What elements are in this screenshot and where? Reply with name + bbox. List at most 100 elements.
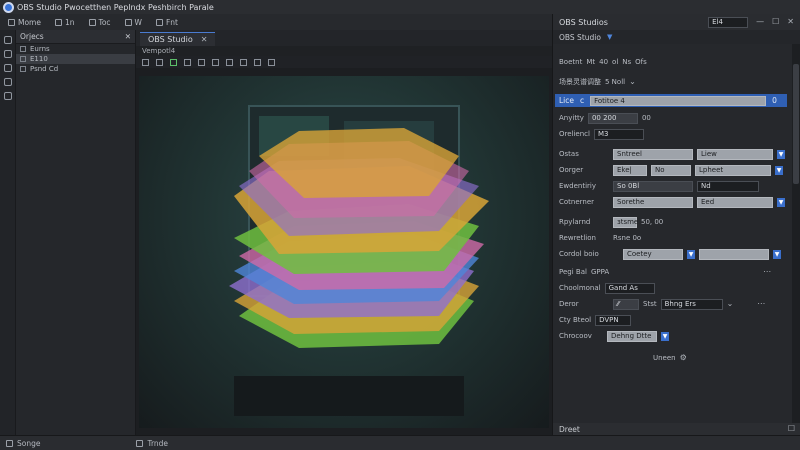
settings-icon[interactable] bbox=[3, 78, 12, 86]
obs-window: OBS Studio Pwocetthen Peplndx Peshbirch … bbox=[0, 0, 800, 450]
transform-tool-icon[interactable] bbox=[170, 58, 177, 66]
layers-icon[interactable] bbox=[3, 64, 12, 72]
objects-panel-title: Orjecs bbox=[20, 32, 44, 41]
menu-item-w[interactable]: W bbox=[121, 15, 146, 29]
prop-row[interactable]: Anyitty 00 200 00 bbox=[559, 112, 651, 124]
dropdown-arrow-icon[interactable]: ▼ bbox=[607, 33, 612, 41]
dropdown-arrow-icon[interactable]: ▼ bbox=[775, 165, 783, 175]
dropdown-arrow-icon[interactable]: ▼ bbox=[777, 149, 785, 159]
close-icon[interactable]: ✕ bbox=[787, 18, 794, 26]
status-segment[interactable]: Trnde bbox=[130, 439, 168, 448]
crop-tool-icon[interactable] bbox=[212, 58, 219, 66]
minimize-icon[interactable]: — bbox=[756, 18, 764, 26]
more-icon[interactable]: ⋯ bbox=[757, 300, 765, 308]
dropdown-arrow-icon[interactable]: ▼ bbox=[777, 197, 785, 207]
text-icon bbox=[155, 18, 163, 26]
preview-subtitle: Vempotl4 bbox=[136, 46, 552, 56]
list-item-selected[interactable]: E110 bbox=[16, 54, 135, 64]
prop-row: Pegi Bal GPPA ⋯ bbox=[559, 267, 772, 277]
prop-row[interactable]: Ostas Sntreel Liew ▼ bbox=[559, 148, 785, 160]
stream-icon bbox=[136, 439, 144, 447]
prop-row[interactable]: Rpylarnd ɜtsme 50, 00 bbox=[559, 216, 663, 228]
maximize-icon[interactable]: ☐ bbox=[788, 425, 795, 433]
preview-viewport[interactable] bbox=[139, 76, 549, 428]
prop-row[interactable]: Chrocoov Dehng Dtte ▼ bbox=[559, 330, 669, 342]
properties-header: OBS Studios El4 — ☐ ✕ bbox=[553, 14, 800, 30]
prop-row[interactable]: Cotnerner Sorethe Eed ▼ bbox=[559, 196, 785, 208]
properties-scrollbar[interactable] bbox=[792, 44, 800, 434]
prop-row[interactable]: Cty Bteol DVPN bbox=[559, 314, 632, 326]
tab-obs-studio[interactable]: OBS Studio ✕ bbox=[140, 32, 216, 46]
menu-bar: Mome 1n Toc W Fnt bbox=[0, 14, 552, 30]
dropdown-arrow-icon[interactable]: ▼ bbox=[661, 331, 669, 341]
menu-item-in[interactable]: 1n bbox=[51, 15, 79, 29]
camera-tool-icon[interactable] bbox=[268, 58, 275, 66]
header-field[interactable]: El4 bbox=[708, 16, 749, 28]
move-tool-icon[interactable] bbox=[156, 58, 163, 66]
empty-dropdown-field[interactable] bbox=[699, 248, 769, 260]
snap-tool-icon[interactable] bbox=[240, 58, 247, 66]
prop-row: Rewretlion Rsne 0o bbox=[559, 234, 642, 242]
preview-tabbar: OBS Studio ✕ bbox=[136, 30, 552, 46]
properties-title: OBS Studios bbox=[559, 17, 608, 27]
prop-row: Boetnt Mt 40 ol Ns Ofs bbox=[559, 58, 647, 66]
status-bar: Songe Trnde bbox=[0, 435, 800, 450]
tab-close-icon[interactable]: ✕ bbox=[201, 35, 208, 44]
prop-row[interactable]: 场景灵谱调整 5 Noll ⌄ bbox=[559, 76, 636, 88]
scrollbar-thumb[interactable] bbox=[793, 64, 799, 184]
left-toolbar bbox=[0, 30, 16, 435]
dropdown-arrow-icon[interactable]: ▼ bbox=[773, 249, 781, 259]
prop-row[interactable]: Oorger Eke| No Lpheet ▼ bbox=[559, 164, 783, 176]
stand-shape bbox=[234, 376, 464, 416]
share-icon[interactable] bbox=[3, 92, 12, 100]
menu-item-toc[interactable]: Toc bbox=[85, 15, 115, 29]
checkbox[interactable] bbox=[20, 66, 26, 72]
checkbox[interactable] bbox=[20, 56, 26, 62]
gear-icon[interactable]: ⚙ bbox=[680, 354, 687, 362]
checkbox[interactable] bbox=[20, 46, 26, 52]
grid-icon bbox=[88, 18, 96, 26]
properties-subtitle: OBS Studio bbox=[559, 32, 601, 42]
preview-scene-graphic bbox=[229, 105, 489, 416]
obs-logo-icon bbox=[3, 2, 14, 13]
footer-label: Dreet bbox=[559, 424, 580, 434]
grid-tool-icon[interactable] bbox=[226, 58, 233, 66]
plus-icon[interactable] bbox=[3, 36, 12, 44]
dropdown-arrow-icon[interactable]: ▼ bbox=[687, 249, 695, 259]
preview-area: OBS Studio ✕ Vempotl4 bbox=[136, 30, 552, 435]
objects-panel: Orjecs ✕ Eurns E110 Psnd Cd bbox=[16, 30, 136, 435]
record-icon bbox=[6, 439, 13, 447]
select-tool-icon[interactable] bbox=[142, 58, 149, 66]
maximize-icon[interactable]: ☐ bbox=[772, 18, 779, 26]
selected-property-row[interactable]: Lice c Fotitoe 4 0 bbox=[555, 94, 787, 107]
menu-item-font[interactable]: Fnt bbox=[152, 15, 182, 29]
status-segment[interactable]: Songe bbox=[0, 439, 40, 448]
layer-icon bbox=[124, 18, 132, 26]
rotate-tool-icon[interactable] bbox=[184, 58, 191, 66]
more-icon[interactable]: ⋯ bbox=[763, 268, 771, 276]
window-title: OBS Studio Pwocetthen Peplndx Peshbirch … bbox=[17, 3, 214, 12]
properties-subheader: OBS Studio ▼ bbox=[553, 30, 800, 44]
lock-tool-icon[interactable] bbox=[254, 58, 261, 66]
prop-row[interactable]: Cordol boio Coetey ▼ ▼ bbox=[559, 248, 781, 260]
folder-icon[interactable] bbox=[3, 50, 12, 58]
chevron-down-icon[interactable]: ⌄ bbox=[727, 300, 734, 308]
prop-row[interactable]: Deror ⁄⁄ Stst Bhng Ers ⌄ ⋯ bbox=[559, 298, 765, 310]
close-icon[interactable]: ✕ bbox=[125, 32, 131, 41]
slider-field[interactable]: ⁄⁄ bbox=[613, 298, 639, 310]
chevron-down-icon[interactable]: ⌄ bbox=[629, 78, 636, 86]
list-item[interactable]: Eurns bbox=[16, 44, 135, 54]
selected-value-field[interactable]: Fotitoe 4 bbox=[590, 95, 767, 106]
prop-row[interactable]: Ewdentiriy So 0Bl Nd bbox=[559, 180, 759, 192]
list-item[interactable]: Psnd Cd bbox=[16, 64, 135, 74]
scale-tool-icon[interactable] bbox=[198, 58, 205, 66]
home-icon bbox=[8, 18, 15, 26]
properties-panel: OBS Studios El4 — ☐ ✕ OBS Studio ▼ Boetn… bbox=[552, 14, 800, 435]
menu-item-home[interactable]: Mome bbox=[4, 15, 45, 29]
window-icon bbox=[54, 18, 62, 26]
properties-footer: Dreet ☐ bbox=[553, 423, 800, 435]
link-row[interactable]: Uneen ⚙ bbox=[653, 352, 687, 364]
prop-row[interactable]: Choolmonal Gand As bbox=[559, 282, 655, 294]
objects-panel-header: Orjecs ✕ bbox=[16, 30, 135, 44]
prop-row[interactable]: Oreliencl M3 bbox=[559, 128, 644, 140]
